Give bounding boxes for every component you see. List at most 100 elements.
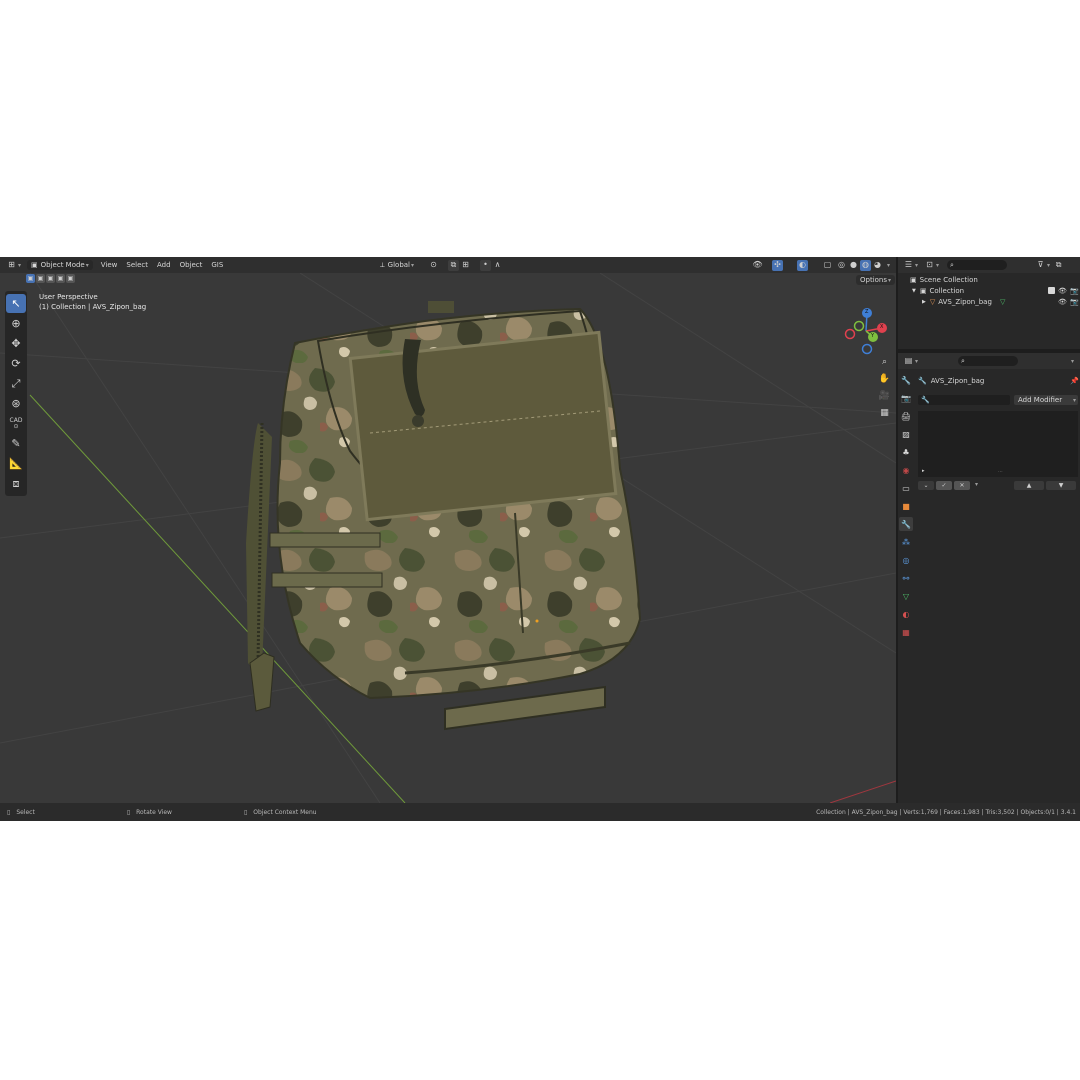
modifier-name-field[interactable]: 🔧 [918, 395, 1010, 405]
collection-tab-icon[interactable]: ▭ [899, 481, 913, 495]
new-collection-icon[interactable]: ⧉ [1053, 260, 1064, 271]
3d-viewport[interactable]: User Perspective (1) Collection | AVS_Zi… [0, 273, 896, 803]
status-context-label: Object Context Menu [253, 808, 317, 816]
cursor-icon[interactable]: ⊕ [6, 314, 26, 333]
camera-view-icon[interactable]: 🎥 [878, 389, 891, 402]
tool-tab-icon[interactable]: 🔧 [899, 373, 913, 387]
select-subtract-icon[interactable]: ▣ [46, 274, 55, 283]
data-tab-icon[interactable]: ▽ [899, 589, 913, 603]
delete-x-icon[interactable]: ✕ [954, 481, 970, 490]
exclude-checkbox-icon[interactable] [1048, 287, 1055, 294]
visibility-icon[interactable]: 👁 [752, 260, 763, 271]
material-tab-icon[interactable]: ◐ [899, 607, 913, 621]
add-cube-icon[interactable]: ⧈ [6, 474, 26, 493]
scene-tab-icon[interactable]: ♣ [899, 445, 913, 459]
ortho-grid-icon[interactable]: ▦ [878, 406, 891, 419]
gizmo-x-label[interactable]: X [880, 324, 883, 330]
options-button[interactable]: Options ▾ [856, 275, 896, 285]
select-new-icon[interactable]: ▣ [26, 274, 35, 283]
menu-object[interactable]: Object [180, 261, 203, 269]
backpack-model [246, 301, 642, 731]
render-camera-icon[interactable]: 📷 [1070, 287, 1079, 295]
display-mode-icon[interactable]: ⊡ [924, 260, 935, 271]
transform-icon[interactable]: ⊛ [6, 394, 26, 413]
select-intersect-icon[interactable]: ▣ [66, 274, 75, 283]
constraints-tab-icon[interactable]: ⚯ [899, 571, 913, 585]
outliner-search-field[interactable]: ⌕ [947, 260, 1008, 270]
select-extend-icon[interactable]: ▣ [36, 274, 45, 283]
cad-icon[interactable]: CAD ⊙ [6, 414, 26, 433]
mode-dropdown[interactable]: ▣ Object Mode ▾ [27, 260, 93, 270]
expand-arrow-icon: ▼ [912, 287, 916, 294]
list-resize-handle-icon[interactable]: ⋯ [998, 469, 1003, 475]
rotate-icon[interactable]: ⟳ [6, 354, 26, 373]
proportional-edit-icon[interactable]: • [480, 259, 491, 271]
outliner-row-scene-collection[interactable]: ▣ Scene Collection [910, 274, 978, 285]
snap-icon[interactable]: ⧉ [448, 259, 459, 271]
zoom-icon[interactable]: ⌕ [878, 355, 891, 368]
properties-editor-icon[interactable]: ▤ [903, 356, 914, 367]
modifier-stack-list[interactable]: ▸ ⋯ [918, 411, 1078, 477]
list-add-icon[interactable]: ⌄ [918, 481, 934, 490]
particles-tab-icon[interactable]: ⁂ [899, 535, 913, 549]
status-rotate-label: Rotate View [136, 808, 172, 816]
move-up-icon[interactable]: ▲ [1014, 481, 1044, 490]
menu-view[interactable]: View [101, 261, 118, 269]
scale-icon[interactable]: ⤢ [6, 374, 26, 393]
pivot-icon[interactable]: ⊙ [428, 260, 439, 271]
render-tab-icon[interactable]: 📷 [899, 391, 913, 405]
outliner-editor-icon[interactable]: ☰ [903, 260, 914, 271]
menu-select[interactable]: Select [126, 261, 148, 269]
mouse-right-icon: ▯ [243, 808, 248, 816]
overlay-toggle-icon[interactable]: ◐ [797, 259, 808, 271]
list-expand-arrow-icon[interactable]: ▸ [922, 468, 925, 474]
pin-icon[interactable]: 📌 [1070, 377, 1079, 385]
world-tab-icon[interactable]: ◉ [899, 463, 913, 477]
outliner-row-collection[interactable]: ▼ ▣ Collection 👁 📷 [912, 285, 1079, 296]
xray-icon[interactable]: ▢ [822, 260, 833, 271]
search-icon: ⌕ [950, 260, 954, 269]
viewport-info: User Perspective (1) Collection | AVS_Zi… [39, 292, 146, 312]
snap-target-icon[interactable]: ⊞ [460, 260, 471, 271]
falloff-icon[interactable]: ∧ [492, 260, 503, 271]
shading-dropdown[interactable]: ▾ [887, 262, 890, 269]
apply-check-icon[interactable]: ✓ [936, 481, 952, 490]
object-mode-icon: ▣ [31, 261, 38, 269]
move-icon[interactable]: ✥ [6, 334, 26, 353]
texture-tab-icon[interactable]: ▦ [899, 625, 913, 639]
rendered-shading-icon[interactable]: ◕ [872, 260, 883, 271]
annotate-icon[interactable]: ✎ [6, 434, 26, 453]
visibility-eye-icon[interactable]: 👁 [1058, 298, 1067, 306]
render-camera-icon[interactable]: 📷 [1070, 298, 1079, 306]
menu-add[interactable]: Add [157, 261, 171, 269]
list-menu-dropdown[interactable]: ▾ [975, 481, 978, 488]
filter-icon[interactable]: ⊽ [1035, 260, 1046, 271]
object-tab-icon[interactable]: ■ [899, 499, 913, 513]
wireframe-shading-icon[interactable]: ◎ [836, 260, 847, 271]
solid-shading-icon[interactable]: ● [848, 260, 859, 271]
output-tab-icon[interactable]: 🖨 [899, 409, 913, 423]
editor-type-icon[interactable]: ⊞ [6, 260, 17, 271]
select-invert-icon[interactable]: ▣ [56, 274, 65, 283]
select-box-icon[interactable]: ↖ [6, 294, 26, 313]
menu-gis[interactable]: GIS [211, 261, 223, 269]
measure-icon[interactable]: 📐 [6, 454, 26, 473]
properties-search-field[interactable]: ⌕ [958, 356, 1019, 366]
move-down-icon[interactable]: ▼ [1046, 481, 1076, 490]
transform-orientation[interactable]: ⟂ Global ▾ [380, 261, 414, 270]
gizmo-z-label[interactable]: Z [865, 309, 868, 315]
material-shading-icon[interactable]: ◍ [860, 259, 871, 271]
visibility-eye-icon[interactable]: 👁 [1058, 287, 1067, 295]
outliner-row-object[interactable]: ▶ ▽ AVS_Zipon_bag ▽ 👁 📷 [922, 296, 1079, 307]
gizmo-toggle-icon[interactable]: ✣ [772, 259, 783, 271]
pan-hand-icon[interactable]: ✋ [878, 372, 891, 385]
modifier-tab-icon[interactable]: 🔧 [899, 517, 913, 531]
physics-tab-icon[interactable]: ◎ [899, 553, 913, 567]
mesh-object-icon: ▽ [929, 297, 936, 306]
properties-options-dropdown[interactable]: ▾ [1071, 358, 1074, 365]
properties-header: ▤ ▾ ⌕ ▾ [898, 353, 1080, 369]
properties-panel: ▤ ▾ ⌕ ▾ 🔧 📷 🖨 ▨ ♣ ◉ ▭ ■ 🔧 ⁂ ◎ ⚯ ▽ ◐ ▦ 🔧 A… [898, 353, 1080, 803]
add-modifier-button[interactable]: Add Modifier ▾ [1014, 395, 1078, 405]
gizmo-y-label[interactable]: Y [871, 333, 874, 339]
view-layer-tab-icon[interactable]: ▨ [899, 427, 913, 441]
